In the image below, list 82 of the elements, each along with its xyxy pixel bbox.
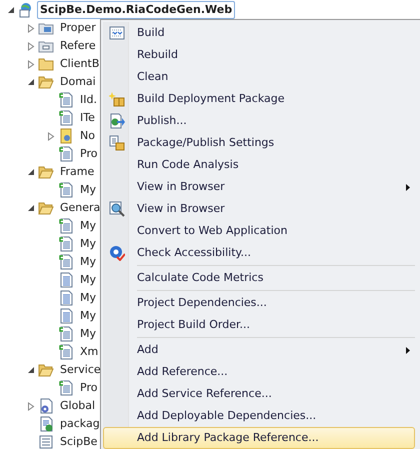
tree-item[interactable]: My [77,289,100,307]
tree-item[interactable]: My [77,307,100,325]
tree-item[interactable]: ScipBe.Demo.RiaCodeGen.Web [37,1,236,19]
menu-item[interactable]: Project Build Order... [103,314,415,336]
menu-item[interactable]: Add [103,339,415,361]
expanded-triangle-icon[interactable] [27,204,35,212]
csharp-file-icon [58,380,74,396]
folder-icon [38,362,54,378]
menu-item[interactable]: Build Deployment Package [103,88,415,110]
menu-item[interactable]: Add Deployable Dependencies... [103,405,415,427]
tree-item[interactable]: Domai [57,73,99,91]
menu-item[interactable]: Calculate Code Metrics [103,267,415,289]
menu-item[interactable]: View in Browser [103,176,415,198]
tree-item[interactable]: ScipBe [57,433,100,449]
csharp-file-icon [58,344,74,360]
tree-item[interactable]: Global [57,397,98,415]
csharp-file-icon [58,254,74,270]
menu-item[interactable]: Run Code Analysis [103,154,415,176]
accessibility-icon [109,245,125,261]
menu-item[interactable]: View in Browser [103,198,415,220]
tree-item[interactable]: Pro [77,379,100,397]
collapsed-triangle-icon[interactable] [27,60,35,68]
expanded-triangle-icon[interactable] [27,168,35,176]
expanded-triangle-icon[interactable] [7,6,15,14]
tree-item[interactable]: My [77,271,100,289]
menu-item[interactable]: Rebuild [103,44,415,66]
csharp-file-icon [58,146,74,162]
tree-item[interactable]: My [77,217,100,235]
menu-item[interactable]: Add Service Reference... [103,383,415,405]
folder-icon [38,74,54,90]
collapsed-triangle-icon[interactable] [27,42,35,50]
tree-item[interactable]: My [77,181,100,199]
tree-item[interactable]: ClientB [57,55,102,73]
service-file-icon [58,128,74,144]
tree-item[interactable]: No [77,127,98,145]
menu-item[interactable]: Project Dependencies... [103,292,415,314]
csharp-file-icon [58,218,74,234]
menu-item[interactable]: Add Reference... [103,361,415,383]
settings-package-icon [109,135,125,151]
tree-item[interactable]: Proper [57,19,99,37]
tree-item[interactable]: My [77,235,100,253]
tree-item[interactable]: Xm [77,343,102,361]
document-icon [58,290,74,306]
tree-item[interactable]: Service [57,361,104,379]
gear-document-icon [38,398,54,414]
tree-item[interactable]: My [77,325,100,343]
collapsed-triangle-icon[interactable] [27,402,35,410]
menu-item[interactable]: Publish... [103,110,415,132]
menu-item[interactable]: Convert to Web Application [103,220,415,242]
tree-item[interactable]: IId. [77,91,100,109]
document-icon [58,308,74,324]
collapsed-triangle-icon[interactable] [27,24,35,32]
build-icon [109,25,125,41]
publish-icon [109,113,125,129]
package-file-icon [38,416,54,432]
tree-item[interactable]: Frame [57,163,98,181]
document-icon [58,272,74,288]
expanded-triangle-icon[interactable] [27,78,35,86]
menu-item[interactable]: Package/Publish Settings [103,132,415,154]
tree-item[interactable]: My [77,253,100,271]
tree-item[interactable]: ITe [77,109,98,127]
project-icon [18,2,34,18]
folder-icon [38,56,54,72]
csharp-file-icon [58,110,74,126]
folder-icon [38,200,54,216]
csharp-file-icon [58,182,74,198]
csharp-file-icon [58,326,74,342]
menu-item[interactable]: Check Accessibility... [103,242,415,264]
expanded-triangle-icon[interactable] [27,366,35,374]
folder-icon [38,164,54,180]
menu-item[interactable]: Add Library Package Reference... [103,427,415,449]
tree-item[interactable]: Genera [57,199,104,217]
csharp-file-icon [58,92,74,108]
collapsed-triangle-icon[interactable] [47,132,55,140]
menu-item[interactable]: Clean [103,66,415,88]
tree-item[interactable]: packag [57,415,103,433]
package-icon [109,91,125,107]
menu-item[interactable]: Build [103,22,415,44]
tree-item[interactable]: Pro [77,145,100,163]
tree-item[interactable]: Refere [57,37,99,55]
csharp-file-icon [58,236,74,252]
form-file-icon [38,434,54,449]
